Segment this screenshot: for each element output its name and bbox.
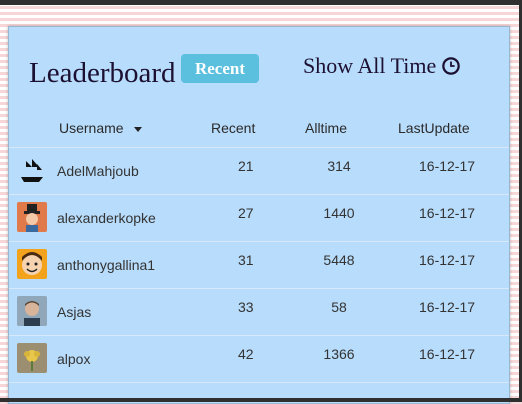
leaderboard-table-body: AdelMahjoub 21 314 16-12-17 alexanderkop…: [9, 148, 509, 383]
last-update: 16-12-17: [419, 205, 476, 221]
column-recent[interactable]: Recent: [211, 120, 255, 136]
recent-score: 21: [238, 158, 254, 174]
username[interactable]: anthonygallina1: [57, 257, 155, 273]
last-update: 16-12-17: [419, 252, 476, 268]
alltime-score: 1366: [323, 346, 355, 362]
window-top-bar: [0, 0, 522, 5]
table-row: alpox 42 1366 16-12-17: [9, 336, 509, 383]
username[interactable]: Asjas: [57, 304, 91, 320]
recent-score: 27: [238, 205, 254, 221]
flower-avatar: [17, 343, 47, 373]
alltime-score: 314: [327, 158, 351, 174]
last-update: 16-12-17: [419, 158, 476, 174]
cartoon-hat-avatar: [17, 202, 47, 232]
cartoon-face-avatar: [17, 249, 47, 279]
last-update: 16-12-17: [419, 299, 476, 315]
table-row: AdelMahjoub 21 314 16-12-17: [9, 148, 509, 195]
show-all-time-label: Show All Time: [303, 53, 437, 78]
table-header: Username Recent Alltime LastUpdate: [9, 115, 509, 148]
username[interactable]: AdelMahjoub: [57, 163, 139, 179]
clock-icon: [442, 57, 461, 75]
ship-avatar: [17, 155, 47, 185]
leaderboard-panel: Leaderboard Recent Show All Time Usernam…: [8, 26, 510, 404]
window-bottom-bar: [0, 398, 522, 402]
recent-score: 31: [238, 252, 254, 268]
last-update: 16-12-17: [419, 346, 476, 362]
alltime-score: 5448: [323, 252, 355, 268]
column-username[interactable]: Username: [59, 120, 142, 136]
table-row: alexanderkopke 27 1440 16-12-17: [9, 195, 509, 242]
table-row: Asjas 33 58 16-12-17: [9, 289, 509, 336]
page-title: Leaderboard: [29, 57, 176, 89]
column-lastupdate[interactable]: LastUpdate: [398, 120, 470, 136]
table-row: anthonygallina1 31 5448 16-12-17: [9, 242, 509, 289]
username[interactable]: alpox: [57, 351, 90, 367]
alltime-score: 58: [331, 299, 347, 315]
recent-badge-button[interactable]: Recent: [181, 54, 259, 83]
recent-score: 42: [238, 346, 254, 362]
sort-caret-icon[interactable]: [133, 126, 142, 132]
alltime-score: 1440: [323, 205, 355, 221]
column-alltime[interactable]: Alltime: [305, 120, 347, 136]
show-all-time-button[interactable]: Show All Time: [303, 53, 461, 79]
photo-avatar: [17, 296, 47, 326]
username[interactable]: alexanderkopke: [57, 210, 156, 226]
recent-score: 33: [238, 299, 254, 315]
column-username-label: Username: [59, 120, 124, 136]
